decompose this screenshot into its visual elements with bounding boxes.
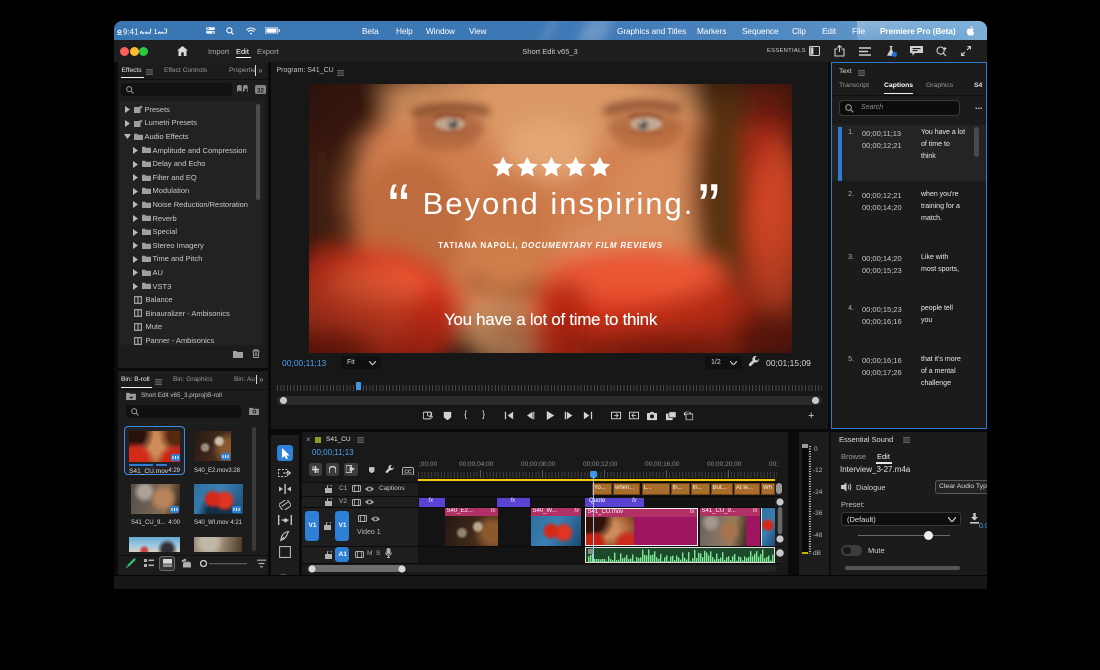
svg-text:CC: CC [404,469,412,475]
svg-text:32: 32 [257,88,264,94]
svg-text:1: 1 [154,27,158,36]
svg-text:9:41: 9:41 [123,27,139,36]
